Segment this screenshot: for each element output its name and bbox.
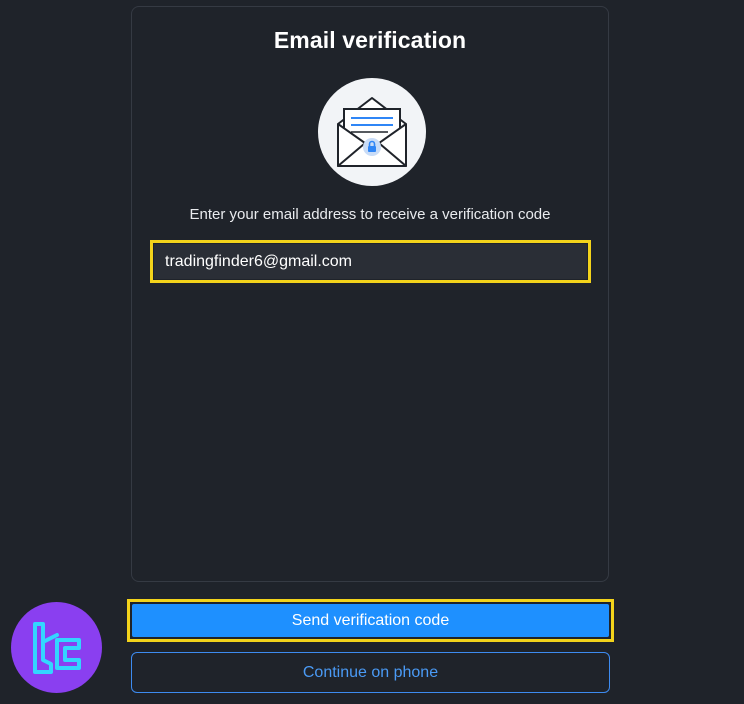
verification-page: Email verification Enter your email addr…	[0, 0, 744, 704]
send-button-highlight: Send verification code	[127, 599, 614, 642]
send-verification-code-button[interactable]: Send verification code	[132, 604, 609, 637]
continue-on-phone-button[interactable]: Continue on phone	[131, 652, 610, 693]
email-input[interactable]	[154, 244, 587, 279]
instruction-text: Enter your email address to receive a ve…	[189, 206, 551, 223]
envelope-lock-icon	[318, 78, 426, 186]
email-field-highlight	[150, 240, 591, 283]
verification-panel: Email verification Enter your email addr…	[131, 6, 609, 582]
page-title: Email verification	[273, 27, 467, 53]
tradingfinder-logo-icon	[11, 602, 102, 693]
